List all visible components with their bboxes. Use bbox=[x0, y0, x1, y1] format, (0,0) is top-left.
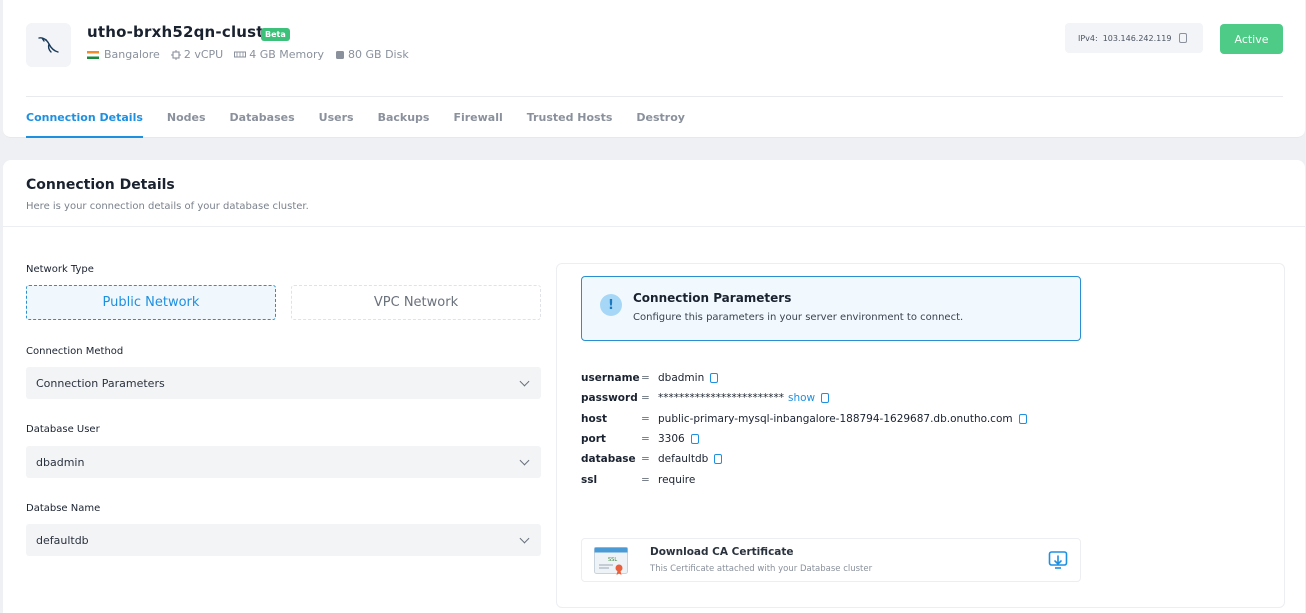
database-name-label: Databse Name bbox=[26, 503, 101, 514]
connection-parameters-panel: ! Connection Parameters Configure this p… bbox=[556, 263, 1285, 608]
connection-method-label: Connection Method bbox=[26, 346, 124, 357]
param-value: 3306 bbox=[658, 433, 685, 446]
copy-icon[interactable] bbox=[714, 454, 723, 465]
param-equals: = bbox=[641, 392, 650, 405]
param-value: dbadmin bbox=[658, 372, 705, 385]
connection-details-card: Connection Details Here is your connecti… bbox=[3, 160, 1305, 613]
ipv4-value: 103.146.242.119 bbox=[1102, 33, 1172, 43]
param-value: defaultdb bbox=[658, 453, 709, 466]
param-row-username: username = dbadmin bbox=[581, 368, 1027, 388]
tab-backups[interactable]: Backups bbox=[378, 111, 430, 138]
disk-icon bbox=[336, 50, 345, 59]
database-name-value: defaultdb bbox=[36, 533, 89, 547]
param-row-ssl: ssl = require bbox=[581, 469, 1027, 489]
connection-method-value: Connection Parameters bbox=[36, 376, 165, 390]
public-network-button[interactable]: Public Network bbox=[26, 285, 276, 320]
copy-icon[interactable] bbox=[710, 373, 719, 384]
show-password-link[interactable]: show bbox=[788, 392, 815, 404]
cpu-icon bbox=[170, 49, 181, 60]
param-key: port bbox=[581, 433, 606, 446]
memory-icon bbox=[234, 51, 247, 57]
tab-users[interactable]: Users bbox=[319, 111, 354, 138]
cpu-label: 2 vCPU bbox=[183, 48, 224, 61]
disk-spec: 80 GB Disk bbox=[335, 48, 409, 61]
param-row-port: port = 3306 bbox=[581, 429, 1027, 449]
tab-firewall[interactable]: Firewall bbox=[453, 111, 502, 138]
database-user-label: Database User bbox=[26, 424, 100, 435]
chevron-down-icon bbox=[519, 376, 530, 386]
param-row-password: password = ************************ show bbox=[581, 388, 1027, 408]
cluster-header: utho-brxh52qn-cluster Beta Bangalore 2 v… bbox=[3, 0, 1305, 138]
copy-icon[interactable] bbox=[1018, 413, 1027, 424]
database-user-select[interactable]: dbadmin bbox=[26, 446, 541, 478]
param-row-database: database = defaultdb bbox=[581, 449, 1027, 469]
ssl-certificate-icon: SSL bbox=[594, 547, 628, 575]
param-equals: = bbox=[641, 412, 650, 425]
download-icon[interactable] bbox=[1048, 550, 1068, 570]
disk-label: 80 GB Disk bbox=[348, 48, 409, 61]
section-title: Connection Details bbox=[26, 177, 175, 193]
cpu-spec: 2 vCPU bbox=[170, 48, 224, 61]
param-key: database bbox=[581, 453, 636, 466]
info-title: Connection Parameters bbox=[633, 291, 792, 305]
cluster-title: utho-brxh52qn-cluster bbox=[87, 23, 282, 41]
info-icon: ! bbox=[600, 294, 622, 316]
copy-icon[interactable] bbox=[690, 434, 699, 445]
location-spec: Bangalore bbox=[87, 48, 160, 61]
info-subtitle: Configure this parameters in your server… bbox=[633, 312, 964, 323]
param-equals: = bbox=[641, 372, 650, 385]
memory-spec: 4 GB Memory bbox=[234, 48, 324, 61]
ipv4-label: IPv4: bbox=[1078, 33, 1098, 43]
parameters-list: username = dbadmin password = **********… bbox=[581, 368, 1027, 490]
param-row-host: host = public-primary-mysql-inbangalore-… bbox=[581, 409, 1027, 429]
tab-destroy[interactable]: Destroy bbox=[636, 111, 685, 138]
database-name-select[interactable]: defaultdb bbox=[26, 524, 541, 556]
database-user-value: dbadmin bbox=[36, 455, 85, 469]
mysql-logo-icon bbox=[26, 23, 71, 67]
param-equals: = bbox=[641, 433, 650, 446]
header-divider bbox=[26, 96, 1283, 97]
param-key: host bbox=[581, 412, 607, 425]
india-flag-icon bbox=[87, 50, 99, 59]
connection-method-select[interactable]: Connection Parameters bbox=[26, 367, 541, 399]
network-type-label: Network Type bbox=[26, 264, 94, 275]
info-alert: ! Connection Parameters Configure this p… bbox=[581, 276, 1081, 341]
beta-badge: Beta bbox=[261, 28, 290, 41]
param-equals: = bbox=[641, 473, 650, 486]
chevron-down-icon bbox=[519, 455, 530, 465]
copy-icon[interactable] bbox=[1179, 33, 1188, 43]
location-label: Bangalore bbox=[104, 48, 160, 61]
ca-certificate-card: SSL Download CA Certificate This Certifi… bbox=[581, 538, 1081, 582]
memory-label: 4 GB Memory bbox=[249, 48, 325, 61]
copy-icon[interactable] bbox=[821, 393, 830, 404]
param-value: ************************ bbox=[658, 392, 784, 405]
param-value: public-primary-mysql-inbangalore-188794-… bbox=[658, 412, 1013, 425]
ssl-icon-text: SSL bbox=[608, 557, 617, 563]
param-key: username bbox=[581, 372, 640, 385]
tab-bar: Connection Details Nodes Databases Users… bbox=[26, 111, 709, 138]
ipv4-address: IPv4: 103.146.242.119 bbox=[1065, 23, 1203, 53]
param-value: require bbox=[658, 473, 696, 486]
param-key: ssl bbox=[581, 473, 598, 486]
certificate-subtitle: This Certificate attached with your Data… bbox=[650, 564, 873, 574]
tab-trusted-hosts[interactable]: Trusted Hosts bbox=[527, 111, 613, 138]
tab-nodes[interactable]: Nodes bbox=[167, 111, 206, 138]
section-subtitle: Here is your connection details of your … bbox=[26, 201, 309, 212]
param-equals: = bbox=[641, 453, 650, 466]
tab-databases[interactable]: Databases bbox=[230, 111, 295, 138]
section-divider bbox=[3, 226, 1305, 227]
tab-connection-details[interactable]: Connection Details bbox=[26, 111, 143, 138]
chevron-down-icon bbox=[519, 533, 530, 543]
vpc-network-button[interactable]: VPC Network bbox=[291, 285, 541, 320]
certificate-title: Download CA Certificate bbox=[650, 546, 794, 558]
param-key: password bbox=[581, 392, 638, 405]
status-button[interactable]: Active bbox=[1220, 24, 1283, 54]
cluster-specs: Bangalore 2 vCPU 4 GB Memory 80 GB Disk bbox=[87, 48, 420, 61]
